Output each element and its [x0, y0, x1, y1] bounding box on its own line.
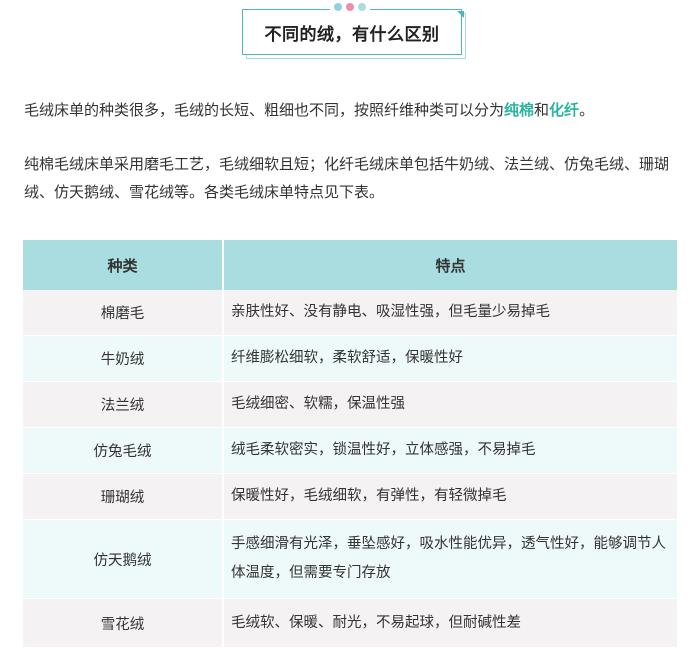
comparison-table: 种类 特点 棉磨毛 亲肤性好、没有静电、吸湿性强，但毛量少易掉毛 牛奶绒 纤维膨… [23, 240, 677, 648]
table-header-row: 种类 特点 [23, 240, 677, 290]
table-row: 棉磨毛 亲肤性好、没有静电、吸湿性强，但毛量少易掉毛 [23, 290, 677, 336]
row-feature: 纤维膨松细软，柔软舒适，保暖性好 [223, 335, 677, 382]
intro-paragraph: 毛绒床单的种类很多，毛绒的长短、粗细也不同，按照纤维种类可以分为纯棉和化纤。 [24, 96, 674, 124]
row-type: 珊瑚绒 [23, 473, 224, 520]
intro-text-before: 毛绒床单的种类很多，毛绒的长短、粗细也不同，按照纤维种类可以分为 [24, 101, 505, 119]
table-row: 仿天鹅绒 手感细滑有光泽，垂坠感好，吸水性能优异，透气性好，能够调节人体温度，但… [23, 519, 677, 599]
row-feature: 保暖性好，毛绒细软，有弹性，有轻微掉毛 [223, 473, 677, 520]
title-dots-decoration [330, 3, 370, 11]
dot-teal-icon [358, 3, 366, 11]
intro-text-mid: 和 [534, 101, 550, 119]
table-row: 牛奶绒 纤维膨松细软，柔软舒适，保暖性好 [23, 335, 677, 382]
row-type: 棉磨毛 [23, 290, 224, 336]
row-feature: 亲肤性好、没有静电、吸湿性强，但毛量少易掉毛 [223, 290, 677, 336]
row-type: 仿天鹅绒 [23, 519, 224, 599]
header-feature: 特点 [223, 240, 677, 290]
row-type: 雪花绒 [23, 598, 224, 648]
table-row: 仿兔毛绒 绒毛柔软密实，锁温性好，立体感强，不易掉毛 [23, 427, 677, 474]
highlight-synthetic: 化纤 [549, 101, 580, 119]
detail-paragraph: 纯棉毛绒床单采用磨毛工艺，毛绒细软且短；化纤毛绒床单包括牛奶绒、法兰绒、仿兔毛绒… [24, 155, 670, 201]
row-type: 仿兔毛绒 [23, 427, 224, 474]
row-feature: 绒毛柔软密实，锁温性好，立体感强，不易掉毛 [223, 427, 677, 474]
row-type: 法兰绒 [23, 381, 224, 428]
row-feature: 毛绒细密、软糯，保温性强 [223, 381, 677, 428]
title-frame: 不同的绒，有什么区别 [242, 9, 462, 55]
table-row: 法兰绒 毛绒细密、软糯，保温性强 [23, 381, 677, 428]
dot-blue-icon [334, 3, 342, 11]
title-banner: 不同的绒，有什么区别 [242, 3, 466, 59]
title-corner-decoration [457, 11, 464, 18]
intro-text-after: 。 [579, 101, 595, 119]
highlight-cotton: 纯棉 [504, 101, 535, 119]
dot-pink-icon [346, 3, 354, 11]
table-row: 雪花绒 毛绒软、保暖、耐光，不易起球，但耐碱性差 [23, 598, 677, 648]
row-feature: 毛绒软、保暖、耐光，不易起球，但耐碱性差 [223, 598, 677, 648]
header-type: 种类 [23, 240, 224, 290]
page-title: 不同的绒，有什么区别 [264, 24, 440, 45]
table-row: 珊瑚绒 保暖性好，毛绒细软，有弹性，有轻微掉毛 [23, 473, 677, 520]
row-type: 牛奶绒 [23, 335, 224, 382]
row-feature: 手感细滑有光泽，垂坠感好，吸水性能优异，透气性好，能够调节人体温度，但需要专门存… [223, 519, 677, 599]
